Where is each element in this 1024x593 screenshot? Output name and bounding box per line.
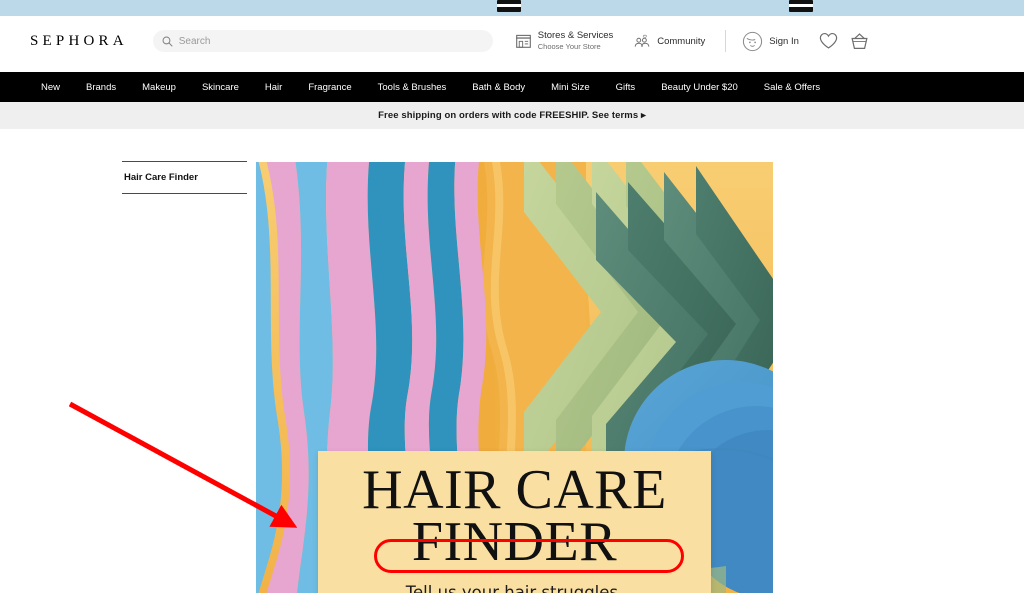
search-input[interactable] [178, 31, 459, 51]
browser-strip-mark-left [497, 0, 521, 12]
hero-title-line2: FINDER [411, 510, 618, 573]
nav-item-gifts[interactable]: Gifts [616, 82, 636, 93]
page-root: SEPHORA Stores & Services Choose Y [0, 0, 1024, 593]
search-icon [162, 36, 173, 47]
sign-in-label: Sign In [769, 35, 799, 47]
avatar-face-icon [743, 31, 763, 51]
loves-button[interactable] [819, 32, 838, 50]
hero-subtitle: Tell us your hair struggles, we’ll find … [318, 582, 711, 593]
nav-item-mini-size[interactable]: Mini Size [551, 82, 590, 93]
browser-strip-mark-right [789, 0, 813, 12]
page-content: Hair Care Finder HAIR CARE FINDER Tell u… [0, 129, 1024, 593]
sidebar: Hair Care Finder [122, 161, 247, 194]
sign-in-link[interactable]: Sign In [742, 31, 799, 52]
nav-item-tools-and-brushes[interactable]: Tools & Brushes [378, 82, 447, 93]
sidebar-item-hair-care-finder[interactable]: Hair Care Finder [122, 162, 247, 193]
promo-banner[interactable]: Free shipping on orders with code FREESH… [0, 102, 1024, 129]
hero-title: HAIR CARE FINDER [318, 462, 711, 573]
community-label: Community [657, 35, 706, 47]
hero-banner[interactable]: HAIR CARE FINDER Tell us your hair strug… [256, 162, 773, 593]
hero-subtitle-line1: Tell us your hair struggles, [405, 583, 624, 593]
nav-item-bath-and-body[interactable]: Bath & Body [472, 82, 525, 93]
nav-item-skincare[interactable]: Skincare [202, 82, 239, 93]
hero-card: HAIR CARE FINDER Tell us your hair strug… [318, 451, 711, 593]
header-actions: Stores & Services Choose Your Store Comm… [515, 30, 881, 52]
stores-subtitle: Choose Your Store [537, 41, 601, 51]
promo-text: Free shipping on orders with code FREESH… [378, 110, 646, 121]
community-link[interactable]: Community [633, 33, 705, 49]
basket-button[interactable] [850, 32, 869, 51]
community-people-icon [634, 34, 650, 47]
heart-icon [819, 32, 838, 49]
basket-icon [851, 32, 868, 49]
nav-item-hair[interactable]: Hair [265, 82, 282, 93]
sephora-logo[interactable]: SEPHORA [30, 33, 128, 50]
stores-title: Stores & Services [537, 29, 614, 41]
stores-and-services-link[interactable]: Stores & Services Choose Your Store [515, 29, 614, 52]
header-divider [725, 30, 727, 52]
nav-item-sale-and-offers[interactable]: Sale & Offers [764, 82, 820, 93]
search-bar[interactable] [152, 30, 493, 52]
site-header: SEPHORA Stores & Services Choose Y [0, 16, 1024, 66]
nav-item-brands[interactable]: Brands [86, 82, 116, 93]
browser-top-strip [0, 0, 1024, 16]
sidebar-rule-bottom [122, 193, 247, 194]
store-icon [515, 35, 531, 49]
nav-item-fragrance[interactable]: Fragrance [308, 82, 351, 93]
nav-item-new[interactable]: New [41, 82, 60, 93]
nav-item-makeup[interactable]: Makeup [142, 82, 176, 93]
nav-item-beauty-under-20[interactable]: Beauty Under $20 [661, 82, 738, 93]
main-navigation: New Brands Makeup Skincare Hair Fragranc… [0, 72, 1024, 102]
